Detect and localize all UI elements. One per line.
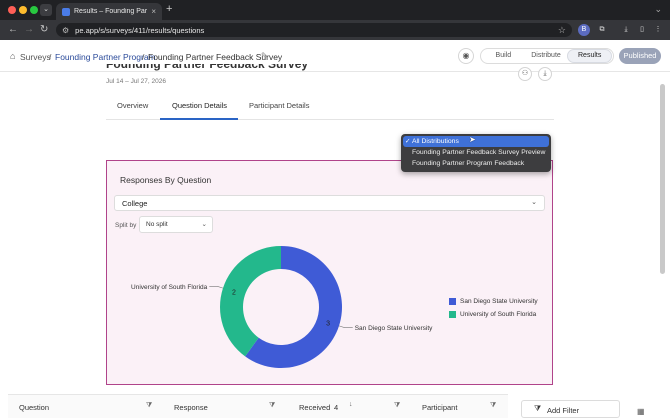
share-icon[interactable]: ⚇ bbox=[518, 67, 532, 81]
filter-icon[interactable]: ⧩ bbox=[269, 402, 275, 410]
distribution-option-preview[interactable]: Founding Partner Feedback Survey Preview bbox=[403, 147, 549, 158]
mode-build-button[interactable]: Build bbox=[482, 50, 525, 62]
mode-distribute-button[interactable]: Distribute bbox=[525, 50, 568, 62]
profile-avatar[interactable]: B bbox=[578, 24, 590, 36]
slice-category-label: San Diego State University bbox=[355, 325, 433, 332]
distribution-option-program[interactable]: Founding Partner Program Feedback bbox=[403, 158, 549, 169]
active-tab-indicator bbox=[160, 118, 238, 120]
sort-down-arrow-icon[interactable]: ↓ bbox=[349, 401, 353, 408]
slice-value-label: 2 bbox=[232, 290, 236, 297]
column-participant[interactable]: Participant bbox=[422, 403, 457, 412]
survey-date-range: Jul 14 – Jul 27, 2026 bbox=[106, 78, 166, 85]
mode-switcher: Build Distribute Results bbox=[480, 48, 614, 64]
table-settings-icon[interactable]: ▦ bbox=[637, 407, 645, 416]
responses-donut-chart: 3 San Diego State University 2 University o… bbox=[131, 246, 433, 368]
reload-icon[interactable]: ↻ bbox=[40, 23, 48, 37]
column-received[interactable]: Received bbox=[299, 403, 330, 412]
responses-by-question-card: Responses By Question College ⌄ Split by… bbox=[106, 160, 553, 385]
distribution-option-label: Founding Partner Feedback Survey Preview bbox=[412, 149, 546, 156]
slice-category-label: University of South Florida bbox=[131, 284, 208, 291]
survey-title: Founding Partner Feedback Survey bbox=[106, 64, 309, 71]
tab-list-chevron-icon[interactable]: ⌄ bbox=[40, 4, 52, 16]
tab-participant-details[interactable]: Participant Details bbox=[249, 101, 309, 110]
filter-icon[interactable]: ⧩ bbox=[394, 402, 400, 410]
back-arrow-icon[interactable]: ← bbox=[8, 23, 18, 37]
address-bar[interactable]: ⚙ pe.app/s/surveys/411/results/questions… bbox=[56, 23, 572, 37]
filter-icon[interactable]: ⧩ bbox=[490, 402, 496, 410]
breadcrumb-separator: / bbox=[49, 52, 52, 62]
download-icon[interactable]: ⤓ bbox=[538, 67, 552, 81]
tab-overview[interactable]: Overview bbox=[117, 101, 148, 110]
distribution-dropdown-menu: ✓ All Distributions Founding Partner Fee… bbox=[401, 134, 551, 172]
app-header: ⌂ Surveys / Founding Partner Program / F… bbox=[0, 40, 670, 72]
tab-search-chevron-icon[interactable]: ⌄ bbox=[654, 4, 662, 15]
download-icon[interactable]: ⤓ bbox=[620, 24, 632, 36]
surveys-icon: ⌂ bbox=[10, 51, 16, 61]
preview-icon[interactable]: ◉ bbox=[458, 48, 474, 64]
slice-value-label: 3 bbox=[326, 320, 330, 327]
site-info-icon[interactable]: ⚙ bbox=[62, 26, 69, 35]
mode-results-button[interactable]: Results bbox=[567, 49, 613, 63]
responses-table-header: Question ⧩ Response ⧩ Received 4 ↓ ⧩ Par… bbox=[8, 394, 508, 418]
browser-titlebar: ⌄ Results – Founding Partner Fe × + ⌄ bbox=[0, 0, 670, 20]
mouse-cursor-icon: ➤ bbox=[469, 135, 476, 144]
new-tab-plus-icon[interactable]: + bbox=[166, 3, 172, 16]
browser-menu-icon[interactable]: ⋮ bbox=[652, 24, 664, 36]
column-response[interactable]: Response bbox=[174, 403, 208, 412]
add-filter-label: Add Filter bbox=[547, 406, 580, 415]
browser-toolbar: ← → ↻ ⚙ pe.app/s/surveys/411/results/que… bbox=[0, 20, 670, 40]
favicon-icon bbox=[62, 7, 70, 16]
breadcrumb-program[interactable]: Founding Partner Program bbox=[55, 52, 156, 62]
tab-question-details[interactable]: Question Details bbox=[172, 101, 227, 110]
slice-leader-line bbox=[338, 325, 353, 329]
browser-tab-title: Results – Founding Partner Fe bbox=[74, 8, 148, 15]
close-window-button[interactable] bbox=[8, 6, 16, 14]
legend-swatch bbox=[449, 311, 456, 318]
add-filter-button[interactable]: ⧩ Add Filter bbox=[521, 400, 620, 418]
breadcrumb-surveys[interactable]: Surveys bbox=[20, 52, 51, 62]
checkmark-icon: ✓ bbox=[405, 138, 411, 145]
legend-label: University of South Florida bbox=[460, 311, 537, 318]
legend-item[interactable]: San Diego State University bbox=[449, 295, 538, 308]
legend-item[interactable]: University of South Florida bbox=[449, 308, 538, 321]
url-text[interactable]: pe.app/s/surveys/411/results/questions bbox=[75, 26, 552, 35]
filter-icon: ⧩ bbox=[534, 404, 542, 413]
minimize-window-button[interactable] bbox=[19, 6, 27, 14]
results-tabs: Overview Question Details Participant De… bbox=[106, 96, 554, 120]
received-count: 4 bbox=[334, 403, 339, 412]
close-icon[interactable]: × bbox=[151, 7, 156, 16]
forward-arrow-icon[interactable]: → bbox=[24, 23, 34, 37]
legend-label: San Diego State University bbox=[460, 298, 538, 305]
browser-tab-results[interactable]: Results – Founding Partner Fe × bbox=[56, 3, 162, 20]
filter-icon[interactable]: ⧩ bbox=[146, 402, 152, 410]
page-scrollbar[interactable] bbox=[660, 84, 665, 274]
published-button[interactable]: Published bbox=[619, 48, 661, 64]
slice-leader-line bbox=[209, 285, 224, 289]
distribution-option-all[interactable]: ✓ All Distributions bbox=[403, 136, 549, 147]
legend-swatch bbox=[449, 298, 456, 305]
distribution-option-label: Founding Partner Program Feedback bbox=[412, 160, 525, 167]
column-question[interactable]: Question bbox=[19, 403, 49, 412]
distribution-option-label: All Distributions bbox=[412, 138, 459, 145]
maximize-window-button[interactable] bbox=[30, 6, 38, 14]
breadcrumb-separator: / bbox=[142, 52, 145, 62]
side-panel-icon[interactable]: ▯ bbox=[636, 24, 648, 36]
donut-slice[interactable] bbox=[220, 246, 281, 357]
bookmark-star-icon[interactable]: ☆ bbox=[558, 25, 566, 36]
chart-legend: San Diego State University University of… bbox=[449, 295, 538, 321]
pencil-icon[interactable]: ✎ bbox=[261, 51, 268, 60]
extensions-puzzle-icon[interactable]: ⧉ bbox=[596, 24, 608, 36]
